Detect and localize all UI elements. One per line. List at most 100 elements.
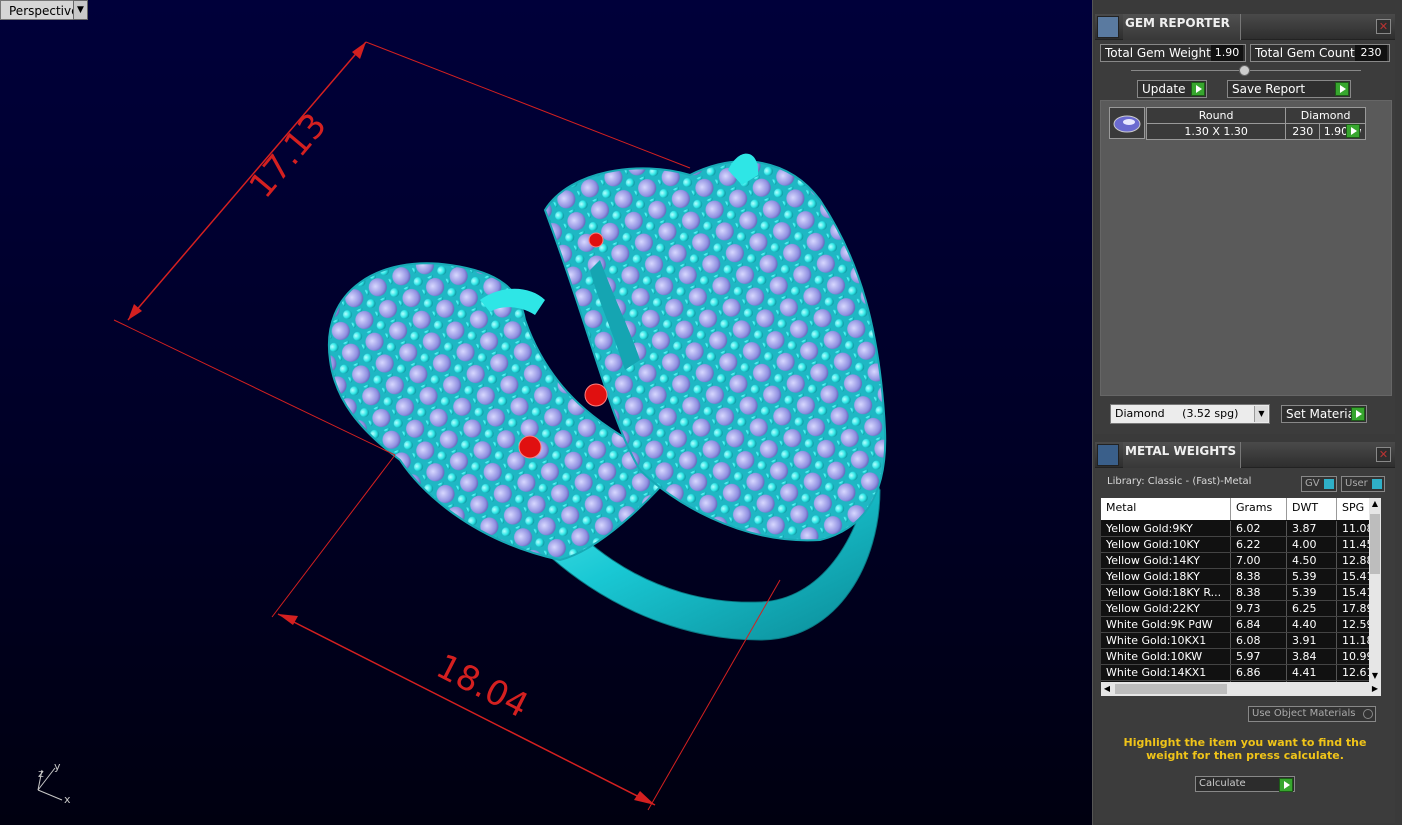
table-cell: 5.97 (1231, 649, 1287, 664)
gem-summary-table: Round Diamond 1.30 X 1.30 230 1.90tw (1145, 107, 1366, 140)
gem-row-play-icon[interactable] (1346, 124, 1360, 138)
user-label: User (1345, 478, 1368, 489)
save-report-button[interactable]: Save Report (1227, 80, 1351, 98)
table-cell: 3.84 (1287, 649, 1337, 664)
total-gem-count-label: Total Gem Count (1255, 46, 1355, 60)
save-report-label: Save Report (1232, 82, 1306, 96)
scrollbar-thumb[interactable] (1370, 514, 1380, 574)
table-cell: 11.08 (1337, 521, 1373, 536)
update-play-icon (1191, 82, 1205, 96)
round-diamond-thumbnail-icon (1109, 107, 1145, 139)
user-indicator-icon (1372, 479, 1382, 489)
ruby-stone-1 (588, 232, 604, 248)
side-panel: GEM REPORTER ✕ Total Gem Weight 1.90 Tot… (1092, 0, 1402, 825)
gv-toggle[interactable]: GV (1301, 476, 1337, 492)
metal-weights-panel: METAL WEIGHTS ✕ Library: Classic - (Fast… (1095, 442, 1395, 823)
table-cell: 4.50 (1287, 553, 1337, 568)
gem-size-cell: 1.30 X 1.30 (1145, 123, 1287, 140)
viewport-menu-button[interactable]: ▼ (73, 0, 88, 20)
table-cell: Yellow Gold:22KY (1101, 601, 1231, 616)
gem-reporter-logo-icon (1097, 16, 1119, 38)
material-select-value: Diamond (3.52 spg) (1115, 407, 1239, 420)
metal-list[interactable]: Metal Grams DWT SPG Yellow Gold:9KY 6.02 3… (1101, 498, 1381, 682)
perspective-viewport[interactable]: 17.13 18.04 x y z Perspective ▼ (0, 0, 1092, 825)
gem-reporter-header: GEM REPORTER ✕ (1095, 14, 1395, 40)
h-scrollbar-thumb[interactable] (1115, 684, 1227, 694)
table-cell: 6.08 (1231, 633, 1287, 648)
table-cell: 6.86 (1231, 665, 1287, 680)
scroll-left-icon[interactable]: ◀ (1101, 682, 1113, 696)
table-row[interactable]: Yellow Gold:10KY 6.22 4.00 11.45 (1101, 537, 1373, 553)
calculate-label: Calculate (1199, 778, 1246, 789)
table-cell: 7.00 (1231, 553, 1287, 568)
column-dwt[interactable]: DWT (1287, 498, 1337, 520)
table-cell: 6.22 (1231, 537, 1287, 552)
total-gem-weight-value: 1.90 (1211, 45, 1243, 61)
table-cell: Yellow Gold:14KY (1101, 553, 1231, 568)
gem-summary-header-row: Round Diamond (1145, 107, 1366, 124)
table-cell: 6.84 (1231, 617, 1287, 632)
gem-count-cell: 230 (1285, 123, 1321, 140)
table-cell: White Gold:10KW (1101, 649, 1231, 664)
table-cell: 12.59 (1337, 617, 1373, 632)
table-cell: 11.45 (1337, 537, 1373, 552)
gv-indicator-icon (1324, 479, 1334, 489)
table-cell: Yellow Gold:18KY R... (1101, 585, 1231, 600)
set-material-play-icon (1351, 407, 1365, 421)
calculate-hint: Highlight the item you want to find the … (1123, 736, 1367, 762)
scroll-right-icon[interactable]: ▶ (1369, 682, 1381, 696)
table-cell: 8.38 (1231, 585, 1287, 600)
table-row[interactable]: White Gold:10KX1 6.08 3.91 11.18 (1101, 633, 1373, 649)
table-row[interactable]: Yellow Gold:9KY 6.02 3.87 11.08 (1101, 521, 1373, 537)
table-cell: 6.02 (1231, 521, 1287, 536)
gv-label: GV (1305, 478, 1320, 489)
dimension-label-17-13: 17.13 (242, 106, 335, 206)
axis-gizmo: x y z (37, 760, 71, 806)
column-grams[interactable]: Grams (1231, 498, 1287, 520)
total-gem-weight-label: Total Gem Weight (1105, 46, 1211, 60)
metal-list-horizontal-scrollbar[interactable]: ◀ ▶ (1101, 682, 1381, 696)
update-button[interactable]: Update (1137, 80, 1207, 98)
table-row[interactable]: Yellow Gold:18KY R... 8.38 5.39 15.41 (1101, 585, 1373, 601)
table-cell: 4.41 (1287, 665, 1337, 680)
user-toggle[interactable]: User (1341, 476, 1385, 492)
material-select[interactable]: Diamond (3.52 spg) ▼ (1110, 404, 1270, 424)
set-material-button[interactable]: Set Material (1281, 405, 1367, 423)
gem-shape-header: Round (1145, 107, 1287, 124)
use-object-materials-toggle[interactable]: Use Object Materials (1248, 706, 1376, 722)
table-row[interactable]: Yellow Gold:18KY 8.38 5.39 15.41 (1101, 569, 1373, 585)
table-row[interactable]: White Gold:10KW 5.97 3.84 10.99 (1101, 649, 1373, 665)
set-material-label: Set Material (1286, 407, 1359, 421)
chevron-down-icon: ▼ (1254, 406, 1268, 422)
column-metal[interactable]: Metal (1101, 498, 1231, 520)
table-row[interactable]: White Gold:14KX1 6.86 4.41 12.61 (1101, 665, 1373, 681)
table-cell: 8.38 (1231, 569, 1287, 584)
ring-model-scene[interactable]: 17.13 18.04 x y z (0, 0, 1092, 825)
table-cell: 4.40 (1287, 617, 1337, 632)
table-cell: 5.39 (1287, 569, 1337, 584)
gem-summary-row[interactable]: 1.30 X 1.30 230 1.90tw (1145, 123, 1366, 140)
ruby-stone-2 (584, 383, 608, 407)
axis-x-label: x (64, 793, 71, 806)
table-cell: 11.18 (1337, 633, 1373, 648)
calculate-button[interactable]: Calculate (1195, 776, 1295, 792)
table-cell: Yellow Gold:18KY (1101, 569, 1231, 584)
collapse-toggle-icon[interactable] (1239, 65, 1250, 76)
metal-list-vertical-scrollbar[interactable]: ▲ ▼ (1369, 498, 1381, 682)
table-cell: 17.89 (1337, 601, 1373, 616)
table-row[interactable]: Yellow Gold:22KY 9.73 6.25 17.89 (1101, 601, 1373, 617)
table-row[interactable]: White Gold:9K PdW 6.84 4.40 12.59 (1101, 617, 1373, 633)
metal-weights-close-icon[interactable]: ✕ (1376, 447, 1391, 462)
table-cell: 12.88 (1337, 553, 1373, 568)
scroll-up-icon[interactable]: ▲ (1369, 498, 1381, 510)
scroll-down-icon[interactable]: ▼ (1369, 670, 1381, 682)
table-row[interactable]: Yellow Gold:14KY 7.00 4.50 12.88 (1101, 553, 1373, 569)
gem-list-area[interactable]: Round Diamond 1.30 X 1.30 230 1.90tw (1100, 100, 1392, 396)
table-cell: 15.41 (1337, 585, 1373, 600)
metal-list-header: Metal Grams DWT SPG (1101, 498, 1373, 520)
column-spg[interactable]: SPG (1337, 498, 1373, 520)
table-cell: 9.73 (1231, 601, 1287, 616)
table-cell: 12.61 (1337, 665, 1373, 680)
gem-reporter-close-icon[interactable]: ✕ (1376, 19, 1391, 34)
calculate-play-icon (1279, 778, 1293, 792)
